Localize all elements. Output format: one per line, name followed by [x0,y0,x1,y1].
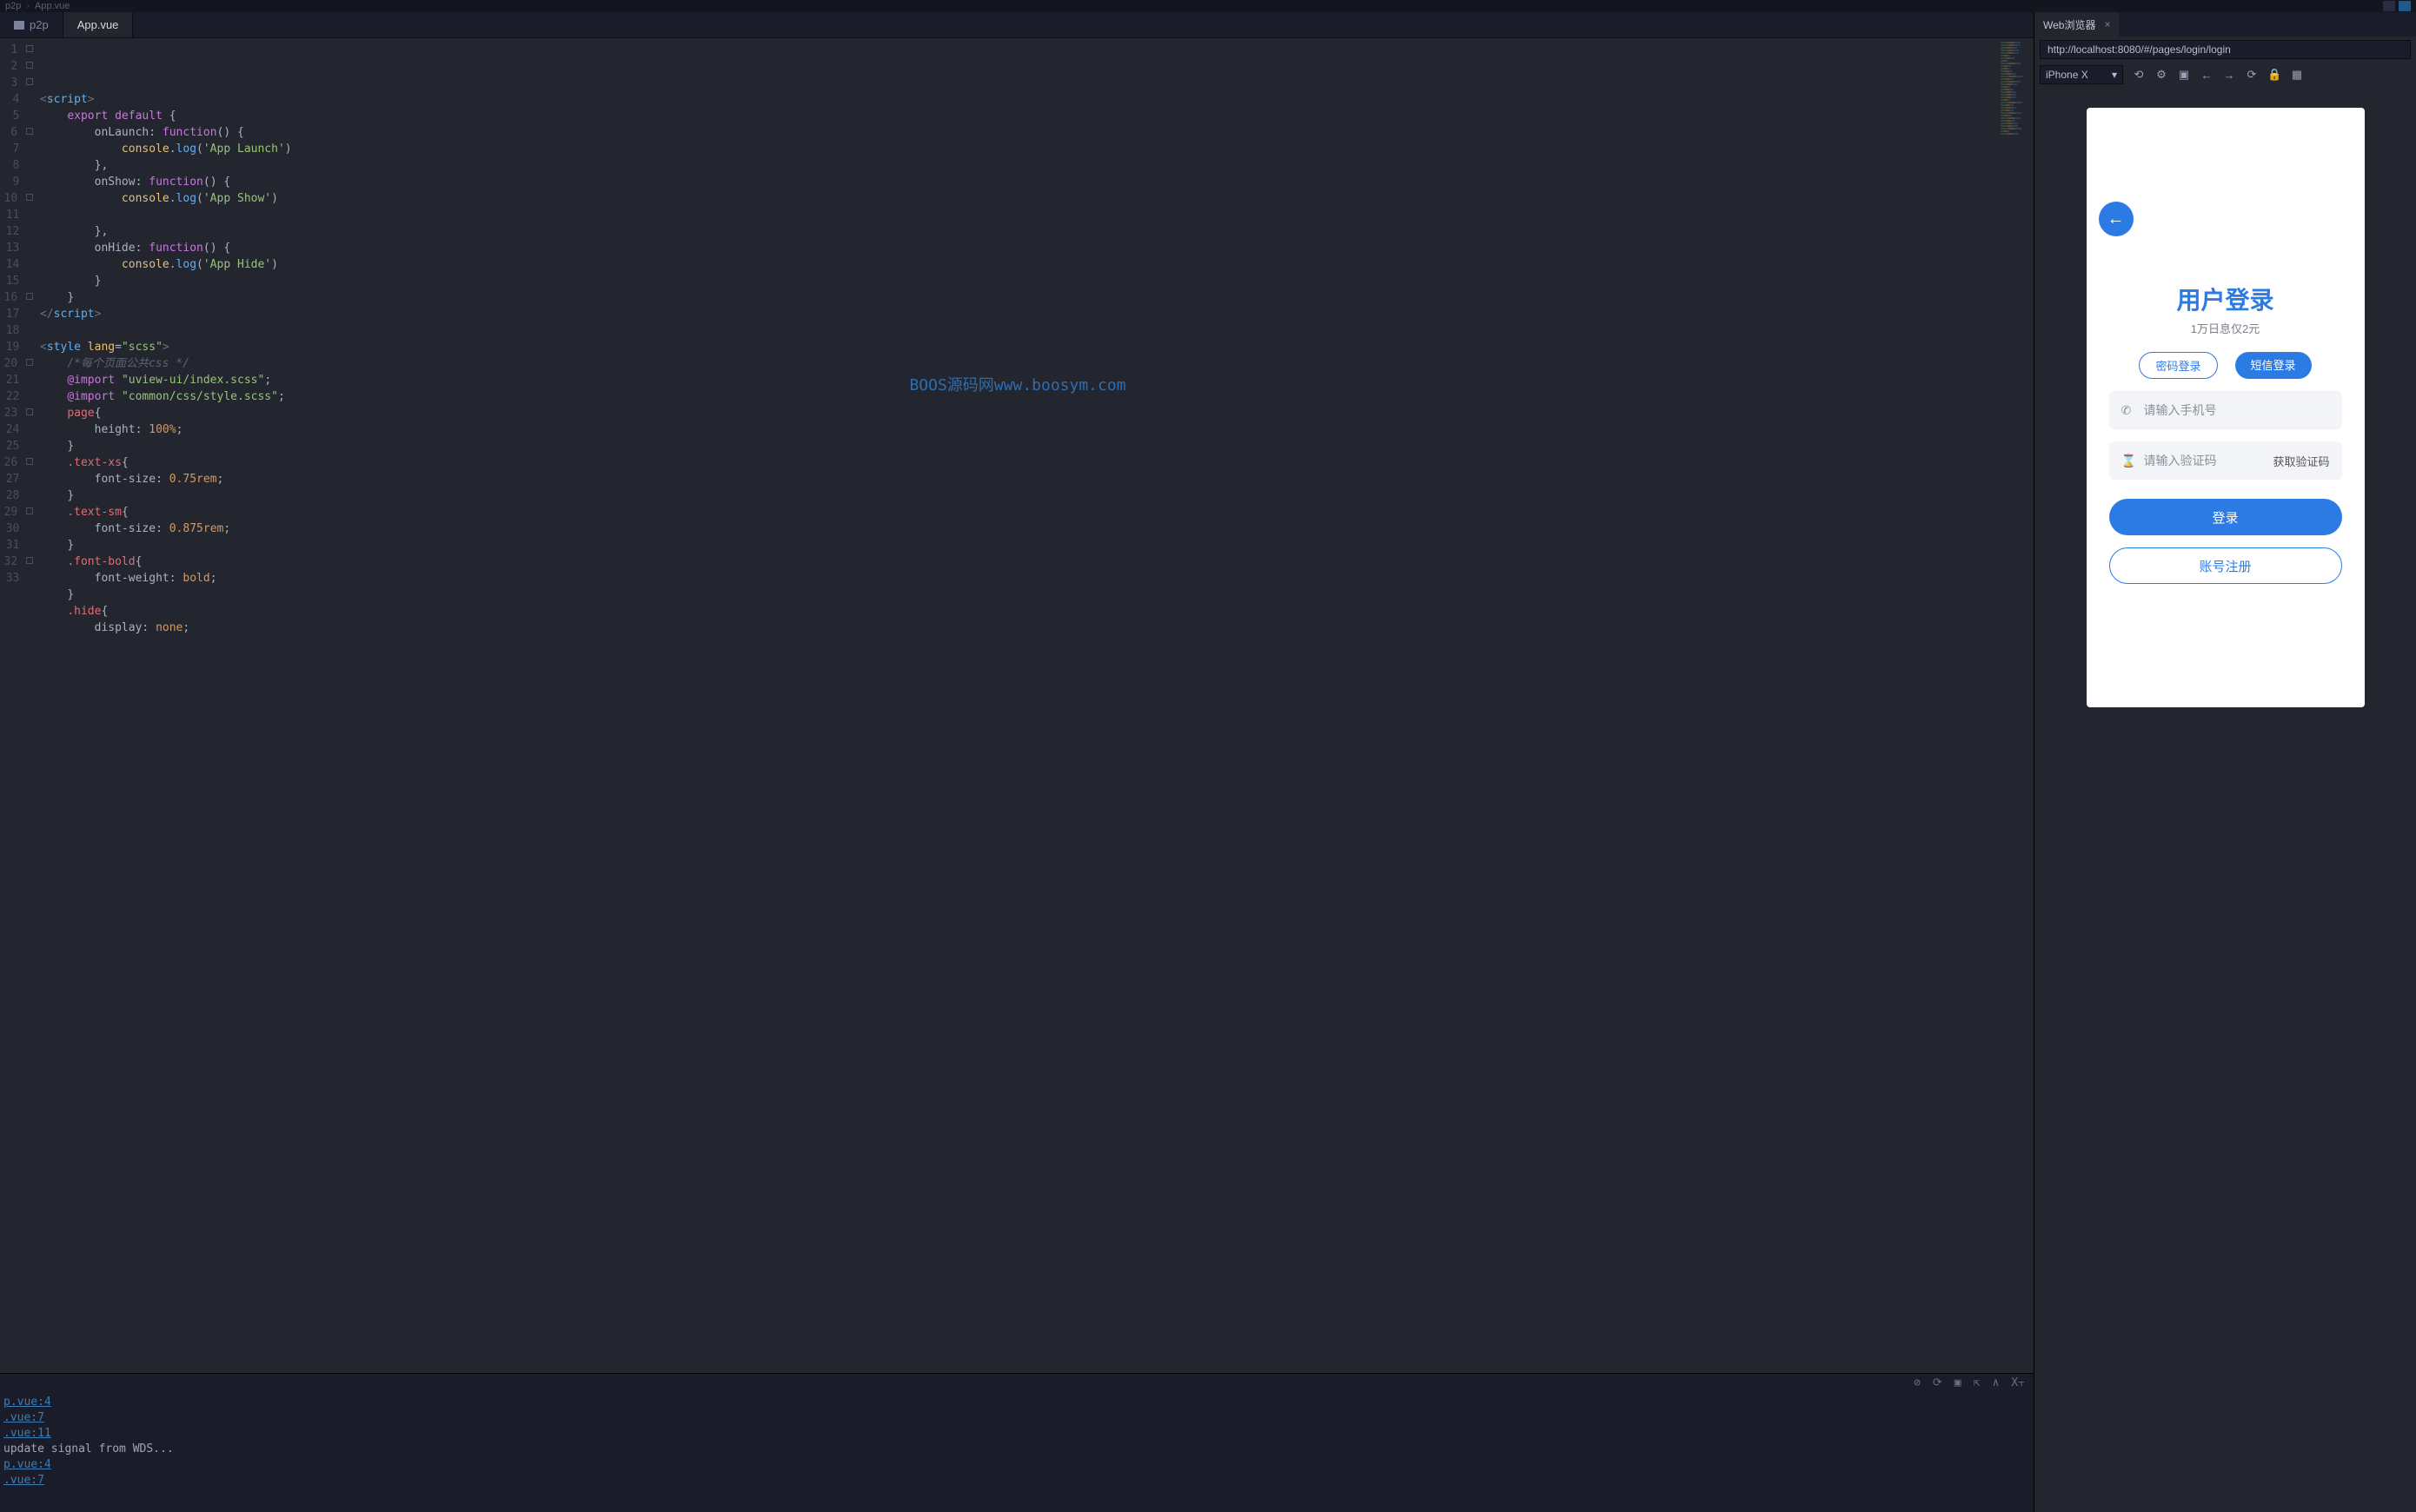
get-code-button[interactable]: 获取验证码 [2273,453,2329,469]
phone-number-field[interactable]: ✆ 请输入手机号 [2109,391,2342,429]
breadcrumb-file[interactable]: App.vue [35,1,70,11]
qr-icon[interactable]: ▦ [2290,68,2304,82]
login-button[interactable]: 登录 [2109,499,2342,535]
device-select[interactable]: iPhone X ▾ [2040,65,2123,84]
phone-icon: ✆ [2121,403,2135,418]
editor-tab-bar: p2p App.vue [0,12,2034,38]
register-button[interactable]: 账号注册 [2109,547,2342,584]
console-reload-icon[interactable]: ⟳ [1933,1376,1942,1391]
browser-tab-bar: Web浏览器 × [2034,12,2416,36]
screenshot-icon[interactable]: ▣ [2177,68,2191,82]
address-bar[interactable] [2040,40,2411,59]
verify-code-field[interactable]: ⌛ 请输入验证码 获取验证码 [2109,441,2342,480]
topbar-action-1[interactable] [2383,1,2395,11]
back-icon[interactable]: ← [2200,69,2214,82]
browser-tab-title: Web浏览器 [2043,17,2095,32]
forward-icon[interactable]: → [2222,69,2236,82]
line-number-gutter: 1 2 3 4 5 6 7 8 9 10 11 12 13 14 15 16 1… [0,38,37,1373]
code-content[interactable]: <script> export default { onLaunch: func… [37,38,1999,1373]
web-preview-panel: Web浏览器 × iPhone X ▾ ⟲ ⚙ ▣ ← → ⟳ 🔒 ▦ ← [2034,12,2416,1512]
tab-label: p2p [30,18,49,31]
browser-tab[interactable]: Web浏览器 × [2034,12,2119,36]
gear-icon[interactable]: ⚙ [2154,68,2168,82]
tab-sms-login[interactable]: 短信登录 [2235,352,2312,379]
code-placeholder: 请输入验证码 [2144,452,2217,469]
console-close-icon[interactable]: X⫟ [2011,1376,2025,1391]
close-icon[interactable]: × [2104,18,2110,30]
tab-password-login[interactable]: 密码登录 [2139,352,2217,379]
address-bar-row [2034,36,2416,63]
lock-icon[interactable]: 🔒 [2267,68,2281,82]
console-export-icon[interactable]: ⇱ [1974,1376,1981,1391]
rotate-icon[interactable]: ⟲ [2132,68,2146,82]
console-toolbar: ⊘ ⟳ ▣ ⇱ ∧ X⫟ [0,1374,2034,1393]
folder-icon [14,21,24,30]
console-screen-icon[interactable]: ▣ [1955,1376,1961,1391]
device-toolbar: iPhone X ▾ ⟲ ⚙ ▣ ← → ⟳ 🔒 ▦ [2034,63,2416,87]
tab-p2p-folder[interactable]: p2p [0,12,63,37]
arrow-left-icon: ← [2107,209,2125,229]
tab-label: App.vue [77,18,119,31]
login-title: 用户登录 [2087,282,2365,316]
back-button[interactable]: ← [2099,202,2134,236]
hourglass-icon: ⌛ [2121,454,2135,468]
phone-frame: ← 用户登录 1万日息仅2元 密码登录 短信登录 ✆ 请输入手机号 ⌛ 请输入验… [2087,108,2365,707]
breadcrumb-root[interactable]: p2p [5,1,21,11]
reload-icon[interactable]: ⟳ [2245,68,2259,82]
chevron-down-icon: ▾ [2112,69,2117,81]
console-collapse-up-icon[interactable]: ∧ [1992,1376,1999,1391]
tab-app-vue[interactable]: App.vue [63,12,134,37]
login-subtitle: 1万日息仅2元 [2087,320,2365,336]
topbar-action-2[interactable] [2399,1,2411,11]
console-output[interactable]: p.vue:4.vue:7.vue:11 update signal from … [0,1393,2034,1512]
console-panel: ⊘ ⟳ ▣ ⇱ ∧ X⫟ p.vue:4.vue:7.vue:11 update… [0,1373,2034,1512]
preview-stage: ← 用户登录 1万日息仅2元 密码登录 短信登录 ✆ 请输入手机号 ⌛ 请输入验… [2034,87,2416,1512]
minimap[interactable] [1999,38,2034,1373]
phone-placeholder: 请输入手机号 [2144,401,2217,419]
console-stop-icon[interactable]: ⊘ [1914,1376,1921,1391]
breadcrumb: p2p › App.vue [0,0,2416,12]
code-editor[interactable]: 1 2 3 4 5 6 7 8 9 10 11 12 13 14 15 16 1… [0,38,2034,1373]
